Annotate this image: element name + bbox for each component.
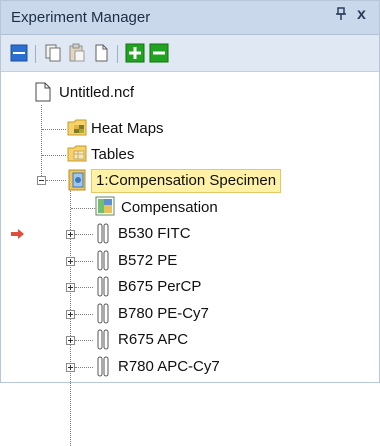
pointer-arrow-icon: [11, 226, 25, 239]
close-icon[interactable]: x: [357, 6, 366, 24]
tube-icon: [95, 303, 111, 330]
tree-line: [42, 155, 66, 156]
tube-icon: [95, 329, 111, 356]
tree-line: [41, 105, 42, 180]
tree-item-specimen[interactable]: 1:Compensation Specimen: [91, 169, 282, 193]
tree-line: [46, 180, 66, 181]
panel-title: Experiment Manager: [11, 9, 151, 26]
tree-item-heat-maps[interactable]: Heat Maps: [91, 118, 164, 140]
tree-line: [75, 340, 93, 341]
tube-icon: [95, 276, 111, 303]
toolbar-separator: [35, 45, 36, 63]
tree-item-compensation[interactable]: Compensation: [121, 197, 218, 219]
tree-line: [75, 234, 93, 235]
compensation-icon: [95, 196, 115, 221]
expand-icon[interactable]: [66, 363, 75, 372]
expand-icon[interactable]: [66, 336, 75, 345]
document-icon[interactable]: [91, 43, 111, 63]
tree-line: [75, 261, 93, 262]
tree-item-tube[interactable]: B572 PE: [118, 250, 177, 272]
heat-maps-folder-icon: [67, 118, 87, 141]
title-bar: Experiment Manager x: [1, 1, 379, 35]
copy-icon[interactable]: [43, 43, 63, 63]
specimen-icon: [67, 168, 89, 197]
panel-icon[interactable]: [9, 43, 29, 63]
tree-line: [42, 129, 66, 130]
toolbar: [1, 35, 379, 72]
tube-icon: [95, 223, 111, 250]
tree-item-tube[interactable]: B675 PerCP: [118, 276, 201, 298]
tree-line: [71, 208, 95, 209]
tube-icon: [95, 356, 111, 383]
experiment-tree: Untitled.ncf Heat Maps Tables 1:Compensa…: [1, 72, 379, 446]
file-icon: [35, 82, 51, 107]
collapse-icon[interactable]: [37, 176, 46, 185]
tree-item-tube[interactable]: B780 PE-Cy7: [118, 303, 209, 325]
tables-folder-icon: [67, 144, 87, 167]
tree-line: [75, 314, 93, 315]
experiment-manager-panel: Experiment Manager x Untitled.ncf Heat M…: [0, 0, 380, 446]
expand-icon[interactable]: [66, 283, 75, 292]
paste-icon[interactable]: [67, 43, 87, 63]
expand-icon[interactable]: [66, 230, 75, 239]
tree-line: [75, 287, 93, 288]
tree-item-tube[interactable]: B530 FITC: [118, 223, 191, 245]
remove-icon[interactable]: [149, 43, 169, 63]
tree-item-tube[interactable]: R675 APC: [118, 329, 188, 351]
tree-line: [75, 367, 93, 368]
expand-icon[interactable]: [66, 310, 75, 319]
tube-icon: [95, 250, 111, 277]
toolbar-separator: [117, 45, 118, 63]
pin-icon[interactable]: [335, 7, 347, 24]
tree-item-root[interactable]: Untitled.ncf: [59, 82, 134, 104]
tree-item-tables[interactable]: Tables: [91, 144, 134, 166]
add-icon[interactable]: [125, 43, 145, 63]
tree-item-tube[interactable]: R780 APC-Cy7: [118, 356, 220, 378]
expand-icon[interactable]: [66, 257, 75, 266]
